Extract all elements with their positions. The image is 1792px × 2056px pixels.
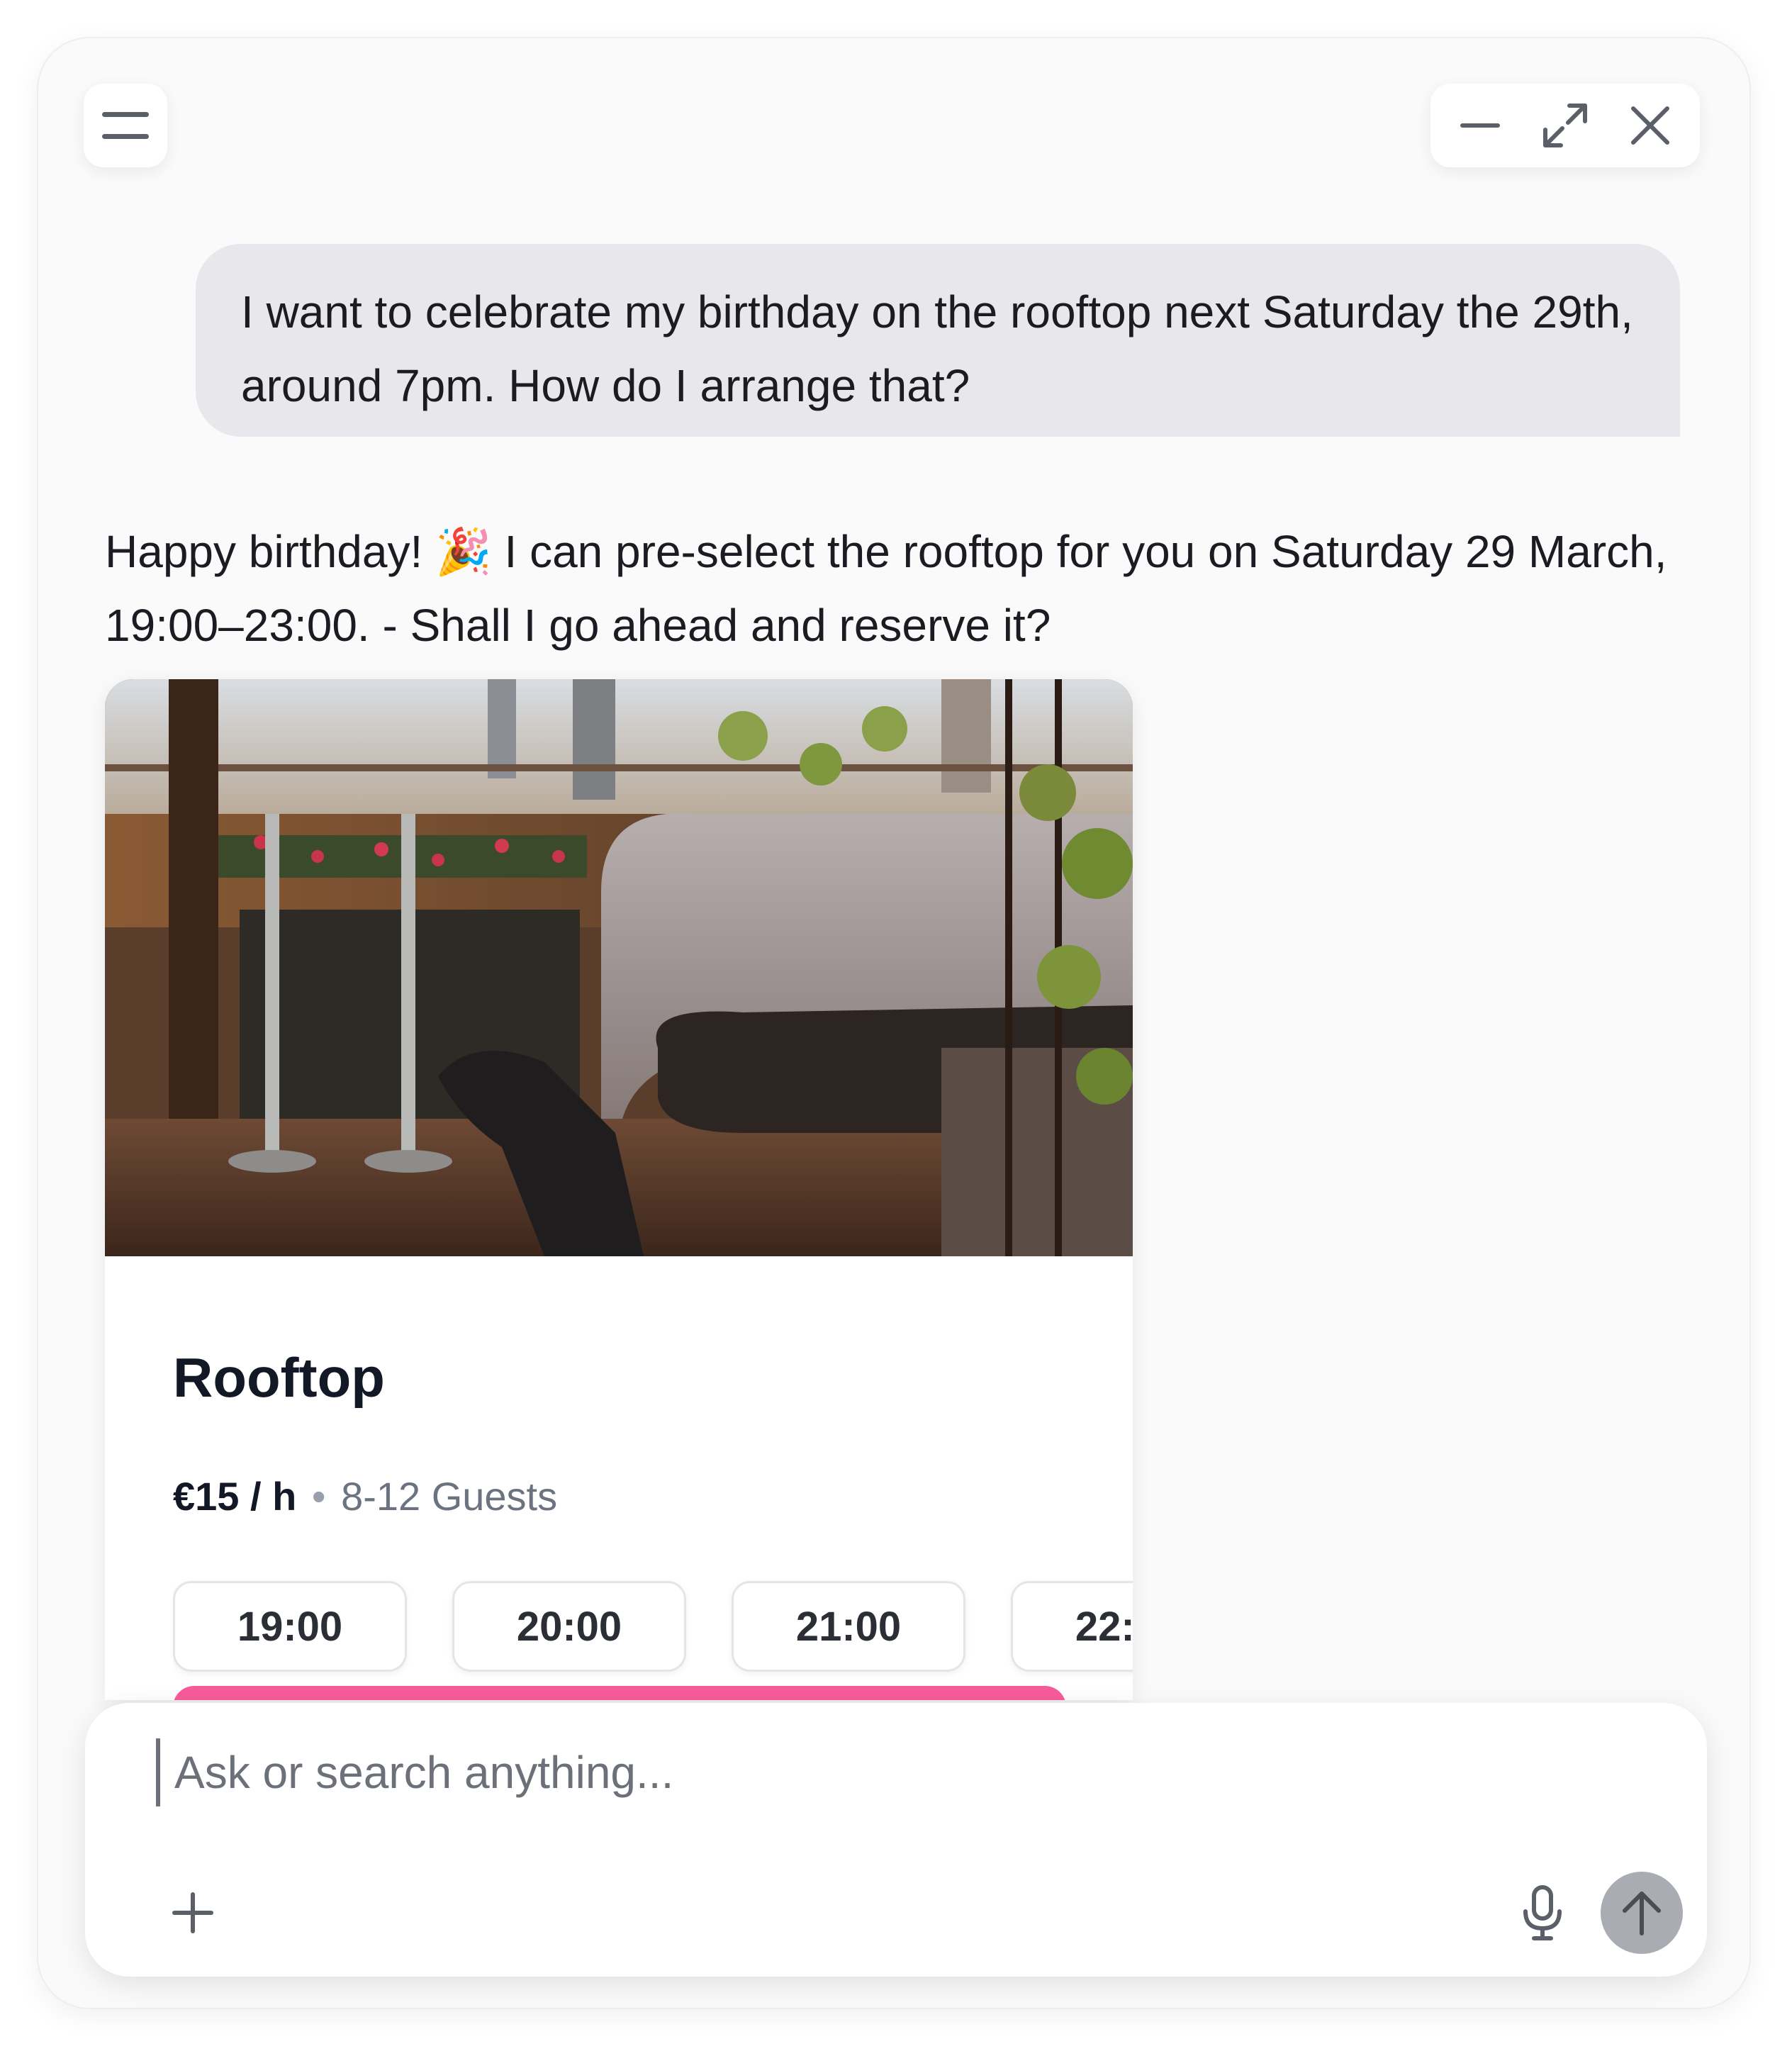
add-attachment-button[interactable] xyxy=(157,1877,228,1948)
time-slot-button[interactable]: 20:00 xyxy=(452,1581,686,1672)
assistant-message-text-start: Happy birthday! xyxy=(105,526,436,577)
message-composer xyxy=(85,1703,1707,1977)
venue-title: Rooftop xyxy=(173,1346,385,1409)
minimize-icon xyxy=(1460,123,1500,128)
time-slot-button[interactable]: 19:00 xyxy=(173,1581,407,1672)
microphone-icon xyxy=(1523,1885,1562,1940)
expand-icon xyxy=(1543,104,1587,147)
user-message-text: I want to celebrate my birthday on the r… xyxy=(241,286,1633,411)
meta-separator: • xyxy=(311,1474,326,1519)
plus-icon xyxy=(172,1892,213,1933)
venue-meta: €15 / h • 8-12 Guests xyxy=(173,1473,557,1519)
venue-card[interactable]: Rooftop €15 / h • 8-12 Guests 19:00 20:0… xyxy=(105,679,1133,1700)
venue-price: €15 / h xyxy=(173,1474,297,1519)
reserve-button[interactable] xyxy=(173,1686,1066,1700)
window-controls xyxy=(1430,84,1700,167)
message-input[interactable] xyxy=(156,1738,1592,1806)
assistant-message: Happy birthday! 🎉 I can pre-select the r… xyxy=(105,515,1693,662)
time-slot-list[interactable]: 19:00 20:00 21:00 22:00 xyxy=(173,1578,1133,1677)
send-button[interactable] xyxy=(1601,1872,1683,1954)
close-button[interactable] xyxy=(1615,90,1686,161)
minimize-button[interactable] xyxy=(1445,90,1516,161)
venue-guests: 8-12 Guests xyxy=(341,1474,558,1519)
rooftop-photo xyxy=(105,679,1133,1256)
time-slot-button[interactable]: 21:00 xyxy=(732,1581,965,1672)
voice-input-button[interactable] xyxy=(1507,1877,1578,1948)
arrow-up-icon xyxy=(1623,1892,1661,1935)
close-icon xyxy=(1631,106,1669,145)
chat-window: I want to celebrate my birthday on the r… xyxy=(37,37,1751,2009)
menu-button[interactable] xyxy=(84,84,167,167)
party-popper-icon: 🎉 xyxy=(435,526,492,577)
hamburger-menu-icon xyxy=(102,112,149,139)
user-message-bubble: I want to celebrate my birthday on the r… xyxy=(196,244,1680,437)
time-slot-button[interactable]: 22:00 xyxy=(1011,1581,1133,1672)
expand-button[interactable] xyxy=(1530,90,1601,161)
